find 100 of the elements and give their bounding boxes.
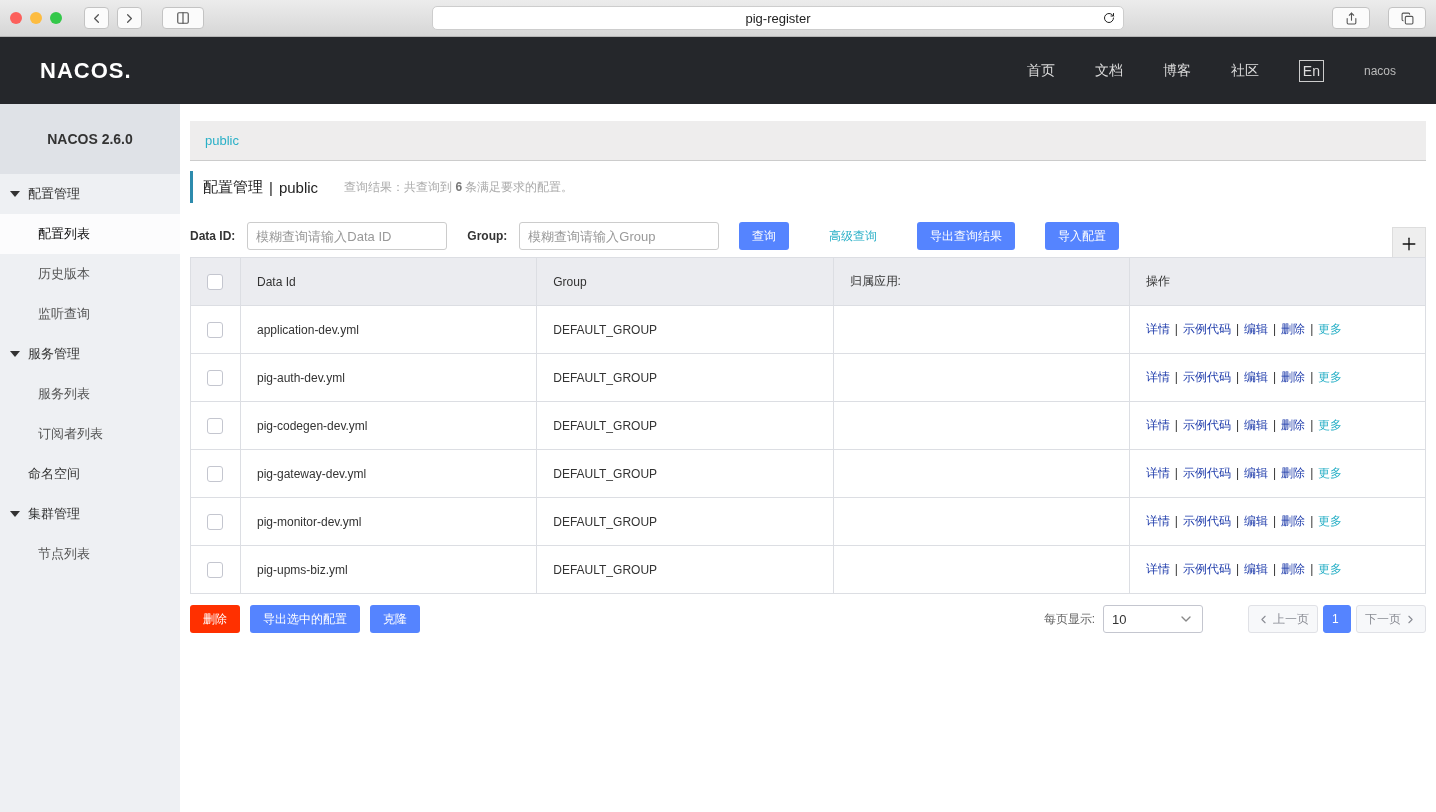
input-field[interactable]: 模糊查询请输入Data ID bbox=[247, 222, 448, 250]
action-link[interactable]: 删除 bbox=[1281, 322, 1306, 336]
action-link[interactable]: 示例代码 bbox=[1182, 466, 1231, 480]
action-link[interactable]: 编辑 bbox=[1244, 562, 1268, 576]
checkbox[interactable] bbox=[207, 321, 223, 338]
action-separator: | bbox=[1235, 466, 1239, 480]
action-separator: | bbox=[1174, 466, 1178, 480]
namespace-name: public bbox=[278, 178, 319, 196]
action-separator: | bbox=[1235, 370, 1239, 384]
user-name[interactable]: nacos bbox=[1363, 63, 1396, 78]
close-button[interactable] bbox=[10, 12, 22, 24]
sidebar-item[interactable]: 配置管理 bbox=[0, 174, 180, 214]
table-cell: DEFAULT_GROUP bbox=[536, 497, 833, 546]
checkbox[interactable] bbox=[207, 561, 223, 578]
action-button[interactable]: 删除 bbox=[190, 605, 240, 633]
logo[interactable]: NACOS. bbox=[40, 57, 132, 84]
action-separator: | bbox=[1235, 562, 1239, 576]
action-link[interactable]: 详情 bbox=[1145, 322, 1170, 336]
sidebar-item[interactable]: 集群管理 bbox=[0, 494, 180, 534]
column-header: Group bbox=[536, 257, 833, 306]
nav-link[interactable]: 社区 bbox=[1230, 61, 1259, 80]
checkbox[interactable] bbox=[207, 465, 223, 482]
action-link[interactable]: 编辑 bbox=[1244, 370, 1268, 384]
action-separator: | bbox=[1235, 418, 1239, 432]
action-link[interactable]: 详情 bbox=[1145, 514, 1170, 528]
action-link[interactable]: 删除 bbox=[1281, 370, 1306, 384]
page-size-select[interactable]: 10 bbox=[1103, 605, 1203, 633]
sidebar-item[interactable]: 配置列表 bbox=[0, 214, 180, 254]
action-link[interactable]: 删除 bbox=[1281, 418, 1306, 432]
checkbox[interactable] bbox=[207, 513, 223, 530]
sidebar-item[interactable]: 服务列表 bbox=[0, 374, 180, 414]
table-cell: application-dev.yml bbox=[240, 305, 537, 354]
action-separator: | bbox=[1174, 322, 1178, 336]
input-field[interactable]: 模糊查询请输入Group bbox=[519, 222, 720, 250]
action-link[interactable]: 详情 bbox=[1145, 418, 1170, 432]
table-cell: pig-auth-dev.yml bbox=[240, 353, 537, 402]
sidebar-item[interactable]: 服务管理 bbox=[0, 334, 180, 374]
sidebar-title: NACOS 2.6.0 bbox=[0, 104, 180, 174]
checkbox[interactable] bbox=[207, 417, 223, 434]
sidebar-icon bbox=[176, 11, 190, 25]
action-link[interactable]: 示例代码 bbox=[1182, 322, 1231, 336]
table-cell: DEFAULT_GROUP bbox=[536, 545, 833, 594]
share-icon bbox=[1344, 11, 1358, 25]
action-link[interactable]: 编辑 bbox=[1244, 466, 1268, 480]
table-cell: pig-gateway-dev.yml bbox=[240, 449, 537, 498]
action-separator: | bbox=[1273, 370, 1277, 384]
column-header: 归属应用: bbox=[833, 257, 1130, 306]
sidebar-item[interactable]: 订阅者列表 bbox=[0, 414, 180, 454]
minimize-button[interactable] bbox=[30, 12, 42, 24]
action-link[interactable]: 编辑 bbox=[1244, 322, 1268, 336]
action-link[interactable]: 详情 bbox=[1145, 562, 1170, 576]
checkbox[interactable] bbox=[207, 273, 223, 290]
nav-link[interactable]: 博客 bbox=[1162, 61, 1191, 80]
reload-icon[interactable] bbox=[1103, 12, 1115, 24]
checkbox[interactable] bbox=[207, 369, 223, 386]
action-separator: | bbox=[1310, 322, 1314, 336]
sidebar-item[interactable]: 命名空间 bbox=[0, 454, 180, 494]
action-link[interactable]: 示例代码 bbox=[1182, 562, 1231, 576]
table-cell: DEFAULT_GROUP bbox=[536, 401, 833, 450]
sidebar-item[interactable]: 监听查询 bbox=[0, 294, 180, 334]
action-separator: | bbox=[1174, 562, 1178, 576]
table-cell: DEFAULT_GROUP bbox=[536, 449, 833, 498]
language-button[interactable]: En bbox=[1298, 59, 1324, 82]
share-button[interactable] bbox=[1332, 7, 1370, 29]
action-link[interactable]: 详情 bbox=[1145, 466, 1170, 480]
action-separator: | bbox=[1235, 322, 1239, 336]
column-header: Data Id bbox=[240, 257, 537, 306]
table-cell: pig-upms-biz.yml bbox=[240, 545, 537, 594]
action-separator: | bbox=[1273, 418, 1277, 432]
sidebar-item[interactable]: 节点列表 bbox=[0, 534, 180, 574]
action-separator: | bbox=[1273, 514, 1277, 528]
tabs-button[interactable] bbox=[1388, 7, 1426, 29]
action-link[interactable]: 删除 bbox=[1281, 514, 1306, 528]
tabs-icon bbox=[1400, 11, 1414, 25]
action-link[interactable]: 示例代码 bbox=[1182, 514, 1231, 528]
back-button[interactable] bbox=[84, 7, 109, 29]
page-title: 配置管理 bbox=[203, 177, 263, 197]
action-link[interactable]: 示例代码 bbox=[1182, 370, 1231, 384]
action-separator: | bbox=[1310, 514, 1314, 528]
table-cell: pig-codegen-dev.yml bbox=[240, 401, 537, 450]
action-link[interactable]: 编辑 bbox=[1244, 514, 1268, 528]
column-header: 操作 bbox=[1129, 257, 1426, 306]
action-link[interactable]: 详情 bbox=[1145, 370, 1170, 384]
nav-link[interactable]: 文档 bbox=[1094, 61, 1123, 80]
action-separator: | bbox=[1273, 322, 1277, 336]
action-link[interactable]: 删除 bbox=[1281, 466, 1306, 480]
maximize-button[interactable] bbox=[50, 12, 62, 24]
action-separator: | bbox=[1310, 370, 1314, 384]
forward-button[interactable] bbox=[117, 7, 142, 29]
action-link[interactable]: 删除 bbox=[1281, 562, 1306, 576]
nav-link[interactable]: 首页 bbox=[1026, 61, 1055, 80]
caret-icon bbox=[10, 511, 20, 517]
sidebar-toggle-button[interactable] bbox=[162, 7, 204, 29]
action-link[interactable]: 示例代码 bbox=[1182, 418, 1231, 432]
caret-icon bbox=[10, 191, 20, 197]
sidebar-item[interactable]: 历史版本 bbox=[0, 254, 180, 294]
field-label: Data ID: bbox=[190, 229, 236, 243]
action-link[interactable]: 编辑 bbox=[1244, 418, 1268, 432]
address-bar[interactable]: pig-register bbox=[432, 6, 1124, 30]
table-cell: DEFAULT_GROUP bbox=[536, 353, 833, 402]
